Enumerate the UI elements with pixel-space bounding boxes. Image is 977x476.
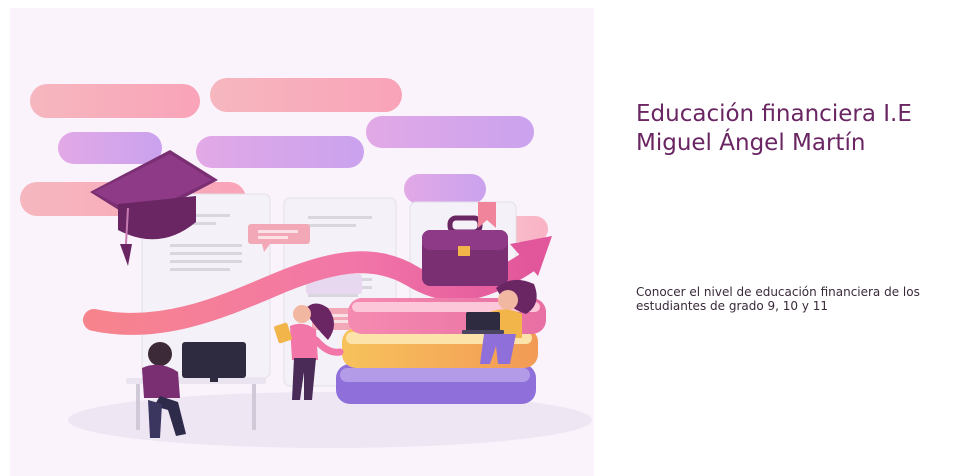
laptop-icon — [462, 312, 504, 334]
page: Educación financiera I.E Miguel Ángel Ma… — [0, 0, 977, 476]
form-info-panel: Educación financiera I.E Miguel Ángel Ma… — [596, 40, 977, 476]
computer-monitor-icon — [182, 342, 246, 382]
form-description: Conocer el nivel de educación financiera… — [636, 285, 920, 313]
hero-illustration — [10, 8, 594, 476]
form-title: Educación financiera I.E Miguel Ángel Ma… — [636, 101, 912, 156]
